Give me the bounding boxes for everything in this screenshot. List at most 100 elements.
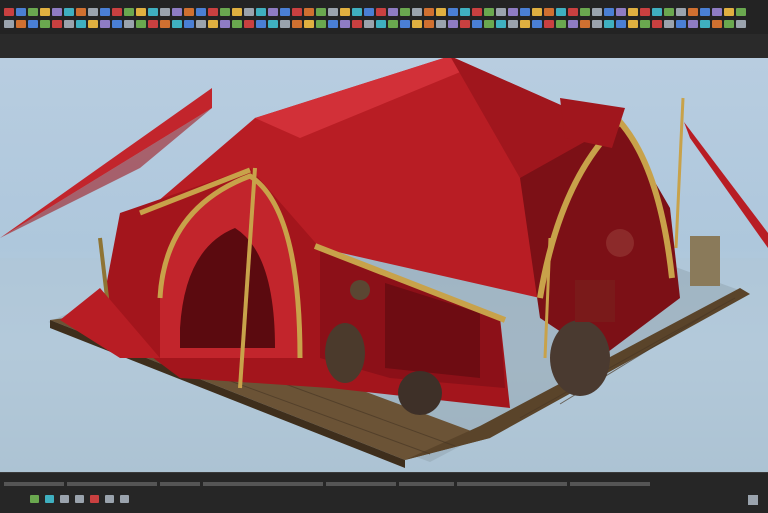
toolbar-icon-secondary-16[interactable]	[196, 20, 206, 28]
toolbar-icon-12[interactable]	[148, 8, 158, 16]
toolbar-icon-39[interactable]	[472, 8, 482, 16]
toolbar-icon-secondary-55[interactable]	[664, 20, 674, 28]
toolbar-icon-57[interactable]	[688, 8, 698, 16]
toolbar-icon-secondary-30[interactable]	[364, 20, 374, 28]
toolbar-icon-29[interactable]	[352, 8, 362, 16]
toolbar-icon-14[interactable]	[172, 8, 182, 16]
toolbar-icon-secondary-41[interactable]	[496, 20, 506, 28]
toolbar-icon-25[interactable]	[304, 8, 314, 16]
toolbar-icon-secondary-59[interactable]	[712, 20, 722, 28]
key-icon[interactable]	[75, 495, 84, 503]
toolbar-icon-45[interactable]	[544, 8, 554, 16]
toolbar-icon-58[interactable]	[700, 8, 710, 16]
toolbar-icon-1[interactable]	[16, 8, 26, 16]
toolbar-icon-20[interactable]	[244, 8, 254, 16]
toolbar-icon-10[interactable]	[124, 8, 134, 16]
toolbar-icon-18[interactable]	[220, 8, 230, 16]
toolbar-icon-secondary-34[interactable]	[412, 20, 422, 28]
toolbar-icon-secondary-53[interactable]	[640, 20, 650, 28]
toolbar-icon-secondary-39[interactable]	[472, 20, 482, 28]
toolbar-icon-13[interactable]	[160, 8, 170, 16]
toolbar-icon-27[interactable]	[328, 8, 338, 16]
toolbar-icon-secondary-26[interactable]	[316, 20, 326, 28]
toolbar-icon-56[interactable]	[676, 8, 686, 16]
toolbar-icon-5[interactable]	[64, 8, 74, 16]
toolbar-icon-30[interactable]	[364, 8, 374, 16]
toolbar-icon-secondary-25[interactable]	[304, 20, 314, 28]
toolbar-icon-secondary-47[interactable]	[568, 20, 578, 28]
toolbar-icon-44[interactable]	[532, 8, 542, 16]
toolbar-icon-secondary-10[interactable]	[124, 20, 134, 28]
toolbar-icon-34[interactable]	[412, 8, 422, 16]
toolbar-icon-secondary-52[interactable]	[628, 20, 638, 28]
toolbar-icon-61[interactable]	[736, 8, 746, 16]
toolbar-icon-secondary-18[interactable]	[220, 20, 230, 28]
toolbar-icon-7[interactable]	[88, 8, 98, 16]
toolbar-icon-secondary-54[interactable]	[652, 20, 662, 28]
toolbar-icon-secondary-4[interactable]	[52, 20, 62, 28]
toolbar-icon-52[interactable]	[628, 8, 638, 16]
timeline-icon[interactable]	[105, 495, 114, 503]
toolbar-icon-35[interactable]	[424, 8, 434, 16]
toolbar-icon-secondary-9[interactable]	[112, 20, 122, 28]
toolbar-icon-55[interactable]	[664, 8, 674, 16]
toolbar-icon-32[interactable]	[388, 8, 398, 16]
toolbar-icon-secondary-20[interactable]	[244, 20, 254, 28]
toolbar-icon-22[interactable]	[268, 8, 278, 16]
toolbar-icon-secondary-36[interactable]	[436, 20, 446, 28]
toolbar-icon-54[interactable]	[652, 8, 662, 16]
toolbar-icon-secondary-21[interactable]	[256, 20, 266, 28]
toolbar-icon-4[interactable]	[52, 8, 62, 16]
toolbar-icon-secondary-31[interactable]	[376, 20, 386, 28]
toolbar-icon-secondary-27[interactable]	[328, 20, 338, 28]
toolbar-icon-53[interactable]	[640, 8, 650, 16]
toolbar-icon-60[interactable]	[724, 8, 734, 16]
toolbar-icon-secondary-50[interactable]	[604, 20, 614, 28]
toolbar-icon-24[interactable]	[292, 8, 302, 16]
play-icon[interactable]	[30, 495, 39, 503]
toolbar-icon-secondary-6[interactable]	[76, 20, 86, 28]
toolbar-icon-46[interactable]	[556, 8, 566, 16]
toolbar-icon-secondary-8[interactable]	[100, 20, 110, 28]
toolbar-icon-42[interactable]	[508, 8, 518, 16]
toolbar-icon-47[interactable]	[568, 8, 578, 16]
toolbar-icon-33[interactable]	[400, 8, 410, 16]
toolbar-icon-9[interactable]	[112, 8, 122, 16]
toolbar-icon-38[interactable]	[460, 8, 470, 16]
toolbar-icon-21[interactable]	[256, 8, 266, 16]
toolbar-icon-secondary-23[interactable]	[280, 20, 290, 28]
toolbar-icon-51[interactable]	[616, 8, 626, 16]
toolbar-icon-secondary-33[interactable]	[400, 20, 410, 28]
toolbar-icon-48[interactable]	[580, 8, 590, 16]
toolbar-icon-15[interactable]	[184, 8, 194, 16]
toolbar-icon-2[interactable]	[28, 8, 38, 16]
toolbar-icon-secondary-38[interactable]	[460, 20, 470, 28]
toolbar-icon-secondary-11[interactable]	[136, 20, 146, 28]
toolbar-icon-secondary-32[interactable]	[388, 20, 398, 28]
toolbar-icon-3[interactable]	[40, 8, 50, 16]
toolbar-icon-28[interactable]	[340, 8, 350, 16]
toolbar-icon-secondary-15[interactable]	[184, 20, 194, 28]
toolbar-icon-secondary-19[interactable]	[232, 20, 242, 28]
toolbar-icon-secondary-29[interactable]	[352, 20, 362, 28]
toolbar-icon-17[interactable]	[208, 8, 218, 16]
toolbar-icon-secondary-17[interactable]	[208, 20, 218, 28]
toolbar-icon-16[interactable]	[196, 8, 206, 16]
toolbar-icon-secondary-24[interactable]	[292, 20, 302, 28]
toolbar-icon-secondary-49[interactable]	[592, 20, 602, 28]
toolbar-icon-secondary-48[interactable]	[580, 20, 590, 28]
toolbar-icon-secondary-42[interactable]	[508, 20, 518, 28]
toolbar-icon-secondary-12[interactable]	[148, 20, 158, 28]
toolbar-icon-43[interactable]	[520, 8, 530, 16]
toolbar-icon-0[interactable]	[4, 8, 14, 16]
timeline-strip[interactable]	[4, 479, 764, 489]
toolbar-icon-secondary-0[interactable]	[4, 20, 14, 28]
frame-icon[interactable]	[60, 495, 69, 503]
record-icon[interactable]	[90, 495, 99, 503]
toolbar-icon-31[interactable]	[376, 8, 386, 16]
toolbar-icon-secondary-5[interactable]	[64, 20, 74, 28]
toolbar-icon-secondary-13[interactable]	[160, 20, 170, 28]
toolbar-icon-secondary-7[interactable]	[88, 20, 98, 28]
toolbar-icon-8[interactable]	[100, 8, 110, 16]
toolbar-icon-secondary-40[interactable]	[484, 20, 494, 28]
